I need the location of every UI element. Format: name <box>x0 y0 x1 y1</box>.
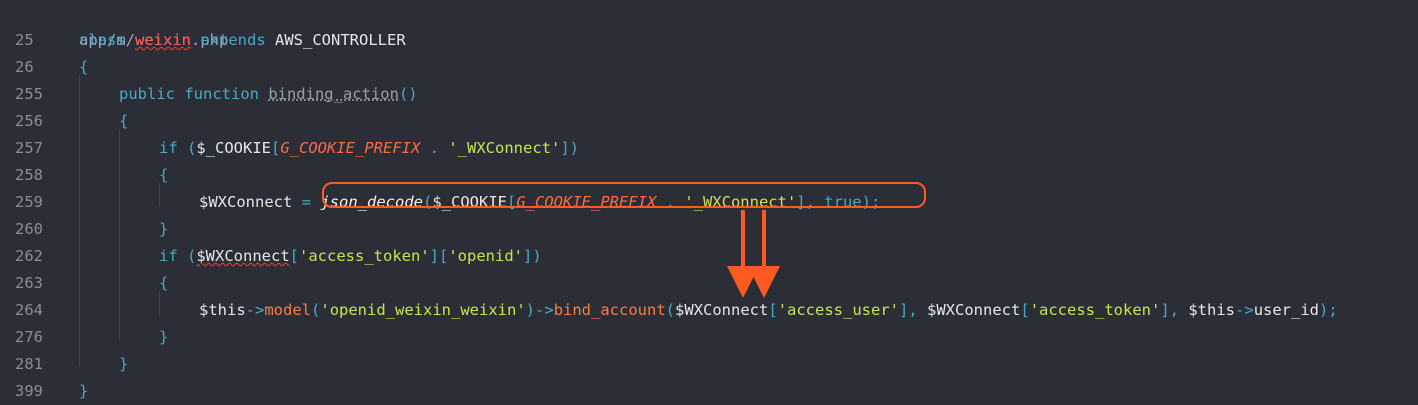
code-editor[interactable]: app/m/weixin.php 25 class weixin extends … <box>0 0 1418 403</box>
annotation-arrows <box>727 210 780 298</box>
